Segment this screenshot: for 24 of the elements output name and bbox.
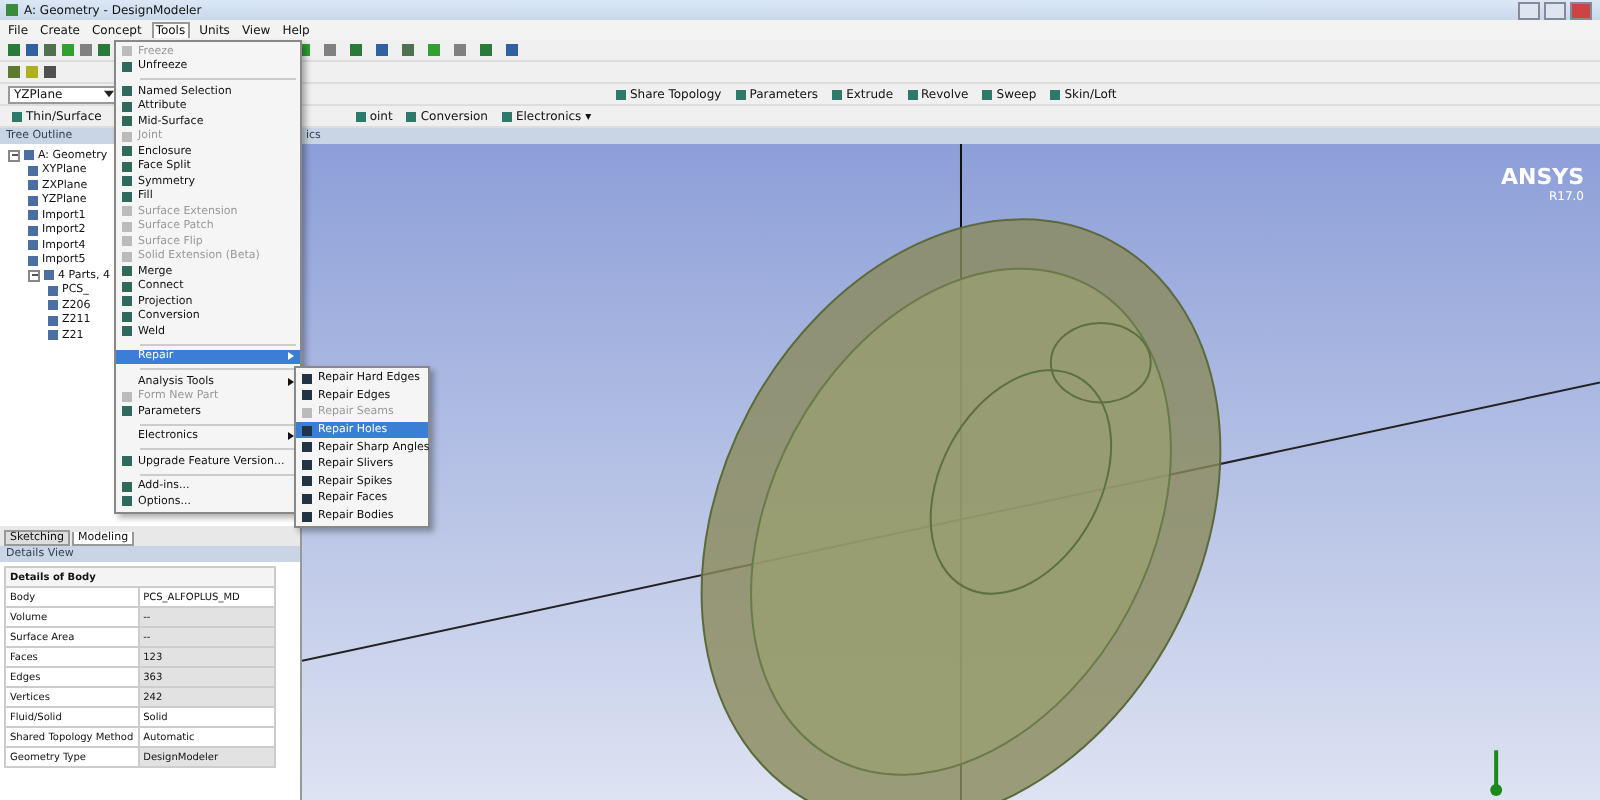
tree-node-icon — [28, 165, 38, 176]
triad-icon — [1490, 750, 1503, 796]
collapse-icon[interactable] — [8, 149, 20, 162]
tree-node-icon — [24, 150, 34, 161]
tree-node-icon — [44, 270, 54, 281]
minimize-icon[interactable] — [1518, 1, 1540, 19]
tree-node-icon — [48, 300, 58, 311]
logo-text: ANSYS — [1500, 164, 1584, 190]
app-icon — [6, 4, 18, 16]
tree-node-icon — [28, 210, 38, 221]
tree-node-icon — [28, 240, 38, 251]
tree-node-icon — [48, 330, 58, 341]
tree-node-icon — [48, 315, 58, 326]
tree-node-icon — [48, 285, 58, 296]
tree-node-icon — [28, 225, 38, 236]
tree-node-icon — [28, 255, 38, 266]
close-icon[interactable] — [1570, 1, 1592, 19]
maximize-icon[interactable] — [1544, 1, 1566, 19]
submenu-arrow-icon — [288, 352, 294, 361]
tree-node-icon — [28, 180, 38, 191]
collapse-icon[interactable] — [28, 269, 40, 282]
menu-item-icon — [122, 456, 132, 467]
tree-node-icon — [28, 195, 38, 206]
caret-icon — [104, 90, 114, 98]
